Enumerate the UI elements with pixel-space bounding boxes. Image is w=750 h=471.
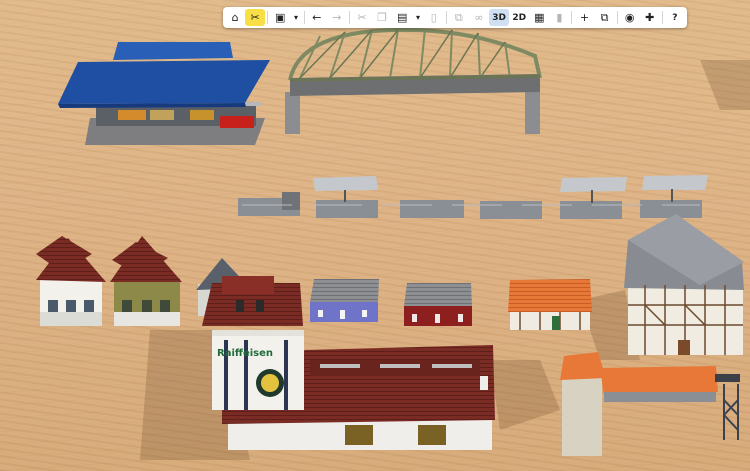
train-button[interactable]: ▮ <box>549 9 569 26</box>
station-house-white-model[interactable] <box>36 236 106 326</box>
toolbar-divider <box>445 11 447 24</box>
station-house-green-model[interactable] <box>110 236 182 326</box>
arrow-left-icon: ← <box>312 11 322 24</box>
view-3d-button[interactable]: 3D <box>489 9 510 26</box>
scene-canvas[interactable]: Raiffeisen <box>0 0 750 471</box>
grid-icon: ▦ <box>534 11 545 24</box>
chevron-down-icon: ▾ <box>294 13 299 22</box>
scissors-icon: ✂ <box>357 11 367 24</box>
screenshot-button[interactable]: ◉ <box>620 9 640 26</box>
3d-viewport[interactable]: Raiffeisen <box>0 0 750 471</box>
house-orange-roof-model[interactable] <box>508 279 592 330</box>
paste-menu-button[interactable]: ▾ <box>412 9 424 26</box>
shed-purple-model[interactable] <box>310 279 379 322</box>
duplicate-icon: ⧉ <box>454 10 463 24</box>
plus-icon: + <box>579 11 590 24</box>
grid-button[interactable]: ▦ <box>529 9 549 26</box>
cut-button[interactable]: ✂ <box>352 9 372 26</box>
arrow-right-icon: → <box>332 11 342 24</box>
toolbar-divider <box>267 11 269 24</box>
platform-row[interactable] <box>238 175 708 219</box>
toolbar-divider <box>616 11 618 24</box>
save-menu-button[interactable]: ▾ <box>290 9 302 26</box>
tools-icon: ✂ <box>250 11 260 24</box>
trash-icon: ▯ <box>430 11 437 24</box>
duplicate-button[interactable]: ⧉ <box>449 9 469 26</box>
floppy-icon: ▣ <box>275 11 286 24</box>
home-button[interactable]: ⌂ <box>225 9 245 26</box>
toolbar-divider <box>348 11 350 24</box>
layers-icon: ⧉ <box>600 10 609 24</box>
add-button[interactable]: + <box>574 9 594 26</box>
home-icon: ⌂ <box>231 11 239 24</box>
truss-bridge-model[interactable] <box>285 27 542 134</box>
undo-button[interactable]: ← <box>307 9 327 26</box>
layers-button[interactable]: ⧉ <box>595 9 615 26</box>
edit-tools-button[interactable]: ✂ <box>245 9 266 26</box>
link-icon: ∞ <box>474 11 484 24</box>
puzzle-icon: ✚ <box>645 11 655 24</box>
loading-tower-model[interactable] <box>560 352 740 456</box>
delete-button[interactable]: ▯ <box>424 9 444 26</box>
main-toolbar: ⌂ ✂ ▣ ▾ ← → ✂ ❐ ▤ ▾ ▯ ⧉ ∞ 3D 2D ▦ ▮ + ⧉ … <box>223 7 687 28</box>
view-2d-button[interactable]: 2D <box>509 9 529 26</box>
warehouse-sign: Raiffeisen <box>217 348 273 359</box>
help-button[interactable]: ? <box>665 9 685 26</box>
paste-button[interactable]: ▤ <box>392 9 412 26</box>
toolbar-divider <box>571 11 573 24</box>
chevron-down-icon: ▾ <box>415 13 420 22</box>
clipboard-icon: ▤ <box>396 11 408 24</box>
save-button[interactable]: ▣ <box>270 9 290 26</box>
bus-depot-model[interactable] <box>58 42 270 145</box>
train-icon: ▮ <box>556 11 563 24</box>
link-button[interactable]: ∞ <box>469 9 489 26</box>
copy-icon: ❐ <box>377 11 387 24</box>
half-timbered-hall-model[interactable] <box>624 214 744 355</box>
toolbar-divider <box>303 11 305 24</box>
redo-button[interactable]: → <box>327 9 347 26</box>
toolbar-divider <box>661 11 663 24</box>
camera-icon: ◉ <box>624 11 635 24</box>
copy-button[interactable]: ❐ <box>372 9 392 26</box>
shed-red-model[interactable] <box>404 283 472 326</box>
extensions-button[interactable]: ✚ <box>640 9 660 26</box>
